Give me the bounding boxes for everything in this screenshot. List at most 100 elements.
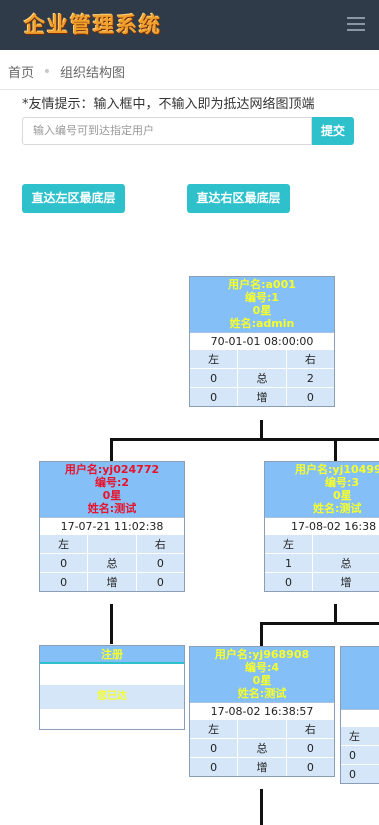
node-header: 用户名:yj024772 编号:2 0星 姓名:测试 bbox=[40, 462, 184, 517]
register-note: 您已达 bbox=[40, 685, 184, 709]
node-time bbox=[341, 709, 379, 726]
node-time: 17-07-21 11:02:38 bbox=[40, 517, 184, 534]
breadcrumb-home-link[interactable]: 首页 bbox=[8, 62, 34, 81]
node-number: 编号:1 bbox=[244, 291, 280, 304]
node-row-add: 0增0 bbox=[40, 572, 184, 591]
node-name: 姓名:测试 bbox=[313, 502, 362, 515]
total-label: 总 bbox=[238, 369, 287, 387]
total-label: 总 bbox=[340, 557, 352, 570]
node-number: 编号:2 bbox=[94, 476, 130, 489]
node-row-add: 0增0 bbox=[190, 757, 334, 776]
total-right: 2 bbox=[306, 372, 314, 385]
node-stars: 0星 bbox=[333, 489, 352, 502]
node-stars: 0星 bbox=[102, 489, 122, 502]
total-left: 0 bbox=[190, 369, 239, 387]
breadcrumb: 首页 组织结构图 bbox=[0, 50, 379, 90]
register-card[interactable]: 注册 您已达 bbox=[39, 645, 185, 730]
node-card-root[interactable]: 用户名:a001 编号:1 0星 姓名:admin 70-01-01 08:00… bbox=[189, 276, 335, 407]
total-left: 0 bbox=[349, 749, 356, 762]
add-left: 0 bbox=[40, 573, 89, 591]
breadcrumb-current: 组织结构图 bbox=[60, 66, 126, 81]
add-left: 0 bbox=[265, 573, 313, 591]
top-bar: 企业管理系统 bbox=[0, 0, 379, 50]
add-right: 0 bbox=[306, 391, 314, 404]
node-row-labels: 左右 bbox=[190, 719, 334, 738]
left-label: 左 bbox=[265, 535, 313, 553]
node-card-right[interactable]: 用户名:yj10499 编号:3 0星 姓名:测试 17-08-02 16:38… bbox=[264, 461, 379, 592]
org-chart-page: 企业管理系统 首页 组织结构图 *友情提示：输入框中，不输入即为抵达网络图顶端 … bbox=[0, 0, 379, 825]
node-name: 姓名:测试 bbox=[87, 502, 137, 515]
go-left-bottom-button[interactable]: 直达左区最底层 bbox=[22, 184, 125, 213]
breadcrumb-separator-icon bbox=[45, 69, 49, 73]
total-left: 0 bbox=[190, 739, 239, 757]
app-logo: 企业管理系统 bbox=[24, 12, 162, 37]
node-card-left[interactable]: 用户名:yj024772 编号:2 0星 姓名:测试 17-07-21 11:0… bbox=[39, 461, 185, 592]
add-label: 增 bbox=[238, 388, 287, 406]
node-header: 用户名:a001 编号:1 0星 姓名:admin bbox=[190, 277, 334, 332]
node-row-total: 0总0 bbox=[40, 553, 184, 572]
node-username: 用户名:yj024772 bbox=[64, 463, 160, 476]
total-right: 0 bbox=[306, 742, 314, 755]
total-left: 0 bbox=[40, 554, 89, 572]
node-number: 编号:3 bbox=[325, 476, 360, 489]
register-link[interactable]: 注册 bbox=[40, 646, 184, 664]
add-label: 增 bbox=[238, 758, 287, 776]
connector-line bbox=[260, 622, 263, 647]
node-row-add: 0增0 bbox=[190, 387, 334, 406]
node-time: 70-01-01 08:00:00 bbox=[190, 332, 334, 349]
node-username: 用户名:yj968908 bbox=[214, 648, 310, 661]
left-label: 左 bbox=[40, 535, 89, 553]
right-label: 右 bbox=[304, 723, 316, 736]
add-left: 0 bbox=[349, 768, 356, 781]
left-label: 左 bbox=[190, 350, 239, 368]
node-number: 编号:4 bbox=[244, 661, 280, 674]
node-header: 用户名:yj968908 编号:4 0星 姓名:测试 bbox=[190, 647, 334, 702]
connector-line bbox=[334, 438, 337, 462]
node-row-labels: 左右 bbox=[40, 534, 184, 553]
node-header: 用户名:yj10499 编号:3 0星 姓名:测试 bbox=[265, 462, 379, 517]
connector-line bbox=[260, 789, 263, 825]
total-label: 总 bbox=[238, 739, 287, 757]
add-left: 0 bbox=[190, 388, 239, 406]
node-row-total: 0总0 bbox=[190, 738, 334, 757]
node-row-add: 0 bbox=[341, 764, 379, 783]
connector-line bbox=[110, 438, 379, 441]
connector-line bbox=[110, 604, 113, 644]
left-label: 左 bbox=[190, 720, 239, 738]
left-label: 左 bbox=[349, 730, 360, 743]
total-right: 0 bbox=[156, 557, 164, 570]
node-header bbox=[341, 647, 379, 709]
add-left: 0 bbox=[190, 758, 239, 776]
node-row-labels: 左右 bbox=[190, 349, 334, 368]
user-number-input[interactable]: 输入编号可到达指定用户 bbox=[22, 117, 312, 145]
add-label: 增 bbox=[340, 576, 352, 589]
node-stars: 0星 bbox=[252, 304, 272, 317]
node-row-total: 0 bbox=[341, 745, 379, 764]
go-right-bottom-button[interactable]: 直达右区最底层 bbox=[187, 184, 290, 213]
add-label: 增 bbox=[88, 573, 137, 591]
node-name: 姓名:admin bbox=[229, 317, 295, 330]
right-label: 右 bbox=[154, 538, 166, 551]
add-right: 0 bbox=[306, 761, 314, 774]
node-stars: 0星 bbox=[252, 674, 272, 687]
node-card-right-left[interactable]: 用户名:yj968908 编号:4 0星 姓名:测试 17-08-02 16:3… bbox=[189, 646, 335, 777]
right-label: 右 bbox=[304, 353, 316, 366]
node-row-add: 0增 bbox=[265, 572, 379, 591]
hamburger-icon[interactable] bbox=[347, 17, 365, 31]
node-username: 用户名:a001 bbox=[228, 278, 296, 291]
connector-line bbox=[334, 604, 337, 624]
node-row-total: 0总 2 bbox=[190, 368, 334, 387]
connector-line bbox=[260, 622, 379, 625]
submit-button[interactable]: 提交 bbox=[312, 117, 354, 145]
node-card-right-right[interactable]: 左 0 0 bbox=[340, 646, 379, 784]
node-time: 17-08-02 16:38:57 bbox=[190, 702, 334, 719]
node-row-labels: 左 bbox=[265, 534, 379, 553]
total-label: 总 bbox=[88, 554, 137, 572]
friendly-tip: *友情提示：输入框中，不输入即为抵达网络图顶端 bbox=[22, 97, 315, 112]
total-left: 1 bbox=[265, 554, 313, 572]
node-name: 姓名:测试 bbox=[237, 687, 287, 700]
node-row-labels: 左 bbox=[341, 726, 379, 745]
node-username: 用户名:yj10499 bbox=[295, 463, 379, 476]
connector-line bbox=[110, 438, 113, 462]
node-time: 17-08-02 16:38 bbox=[265, 517, 379, 534]
